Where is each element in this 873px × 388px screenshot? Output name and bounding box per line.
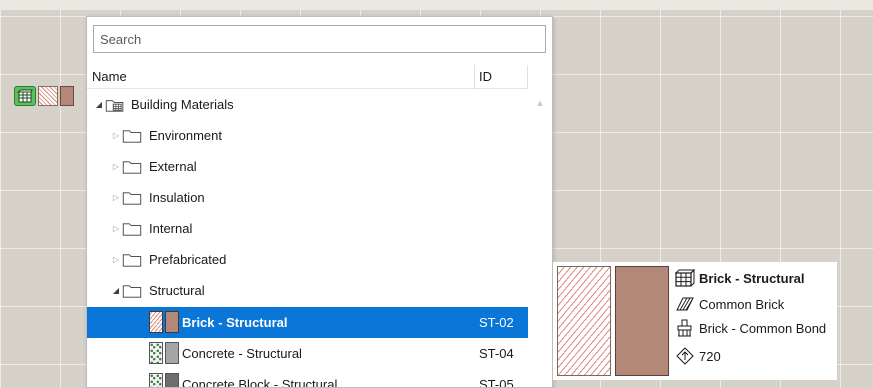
cut-fill-swatch [149,342,163,364]
surface-swatch [60,86,74,106]
building-material-picker-button[interactable] [14,86,36,106]
building-folder-icon [105,100,124,112]
scroll-up-icon[interactable]: ▲ [535,99,545,108]
folder-icon [122,192,142,205]
tree-row-environment[interactable]: ▷ Environment [87,120,528,151]
tree-row-insulation[interactable]: ▷ Insulation [87,182,528,213]
preview-surface-swatch [615,266,669,376]
material-swatch [149,373,179,387]
material-id: ST-05 [479,377,514,388]
surface-swatch [165,373,179,387]
priority-icon [676,347,694,365]
canvas-top-strip [0,0,873,10]
material-name: Concrete - Structural [182,346,302,361]
material-row-concrete-structural[interactable]: Concrete - Structural ST-04 [87,338,528,369]
column-header-name[interactable]: Name [92,69,127,84]
building-material-icon [675,269,695,287]
building-material-control[interactable] [14,86,74,106]
preview-cut-fill-swatch [557,266,611,376]
search-box[interactable] [93,25,546,53]
material-row-concrete-block-structural[interactable]: Concrete Block - Structural ST-05 [87,369,528,388]
surface-swatch [165,342,179,364]
surface-paint-icon [677,319,692,337]
tree-row-label: Environment [149,128,222,143]
preview-priority-line: 720 [675,346,721,366]
material-row-brick-structural[interactable]: Brick - Structural ST-02 [87,307,528,338]
tree-row-label: External [149,159,197,174]
folder-icon [122,254,142,267]
column-divider[interactable] [474,65,475,89]
expand-toggle-icon[interactable]: ▷ [111,224,121,234]
surface-swatch [165,311,179,333]
folder-icon [122,285,142,298]
tree-row-external[interactable]: ▷ External [87,151,528,182]
preview-title-line: Brick - Structural [675,268,804,288]
folder-icon [122,223,142,236]
column-header: Name ID [87,65,528,89]
material-swatch [149,342,179,364]
cut-fill-swatch [149,311,163,333]
tree-row-label: Internal [149,221,193,236]
expand-toggle-icon[interactable]: ▷ [111,255,121,265]
material-name: Brick - Structural [182,315,288,330]
expand-toggle-icon[interactable]: ▷ [111,162,121,172]
fill-pattern-icon [676,297,694,311]
tree-row-internal[interactable]: ▷ Internal [87,213,528,244]
preview-title: Brick - Structural [699,270,805,286]
tree-row-structural[interactable]: ◢ Structural [87,275,528,306]
cut-fill-swatch [38,86,58,106]
tree-row-label: Insulation [149,190,205,205]
material-name: Concrete Block - Structural [182,377,338,388]
preview-fill-name: Common Brick [699,296,785,312]
tree-row-label: Prefabricated [149,252,227,267]
preview-surface-line: Brick - Common Bond [675,318,826,338]
cut-fill-swatch [149,373,163,387]
material-id: ST-04 [479,346,514,361]
search-input[interactable] [94,26,545,52]
building-material-icon [17,89,33,103]
material-preview-card: Brick - Structural Common Brick Brick - … [553,262,837,380]
preview-fill-line: Common Brick [675,294,784,314]
material-id: ST-02 [479,315,514,330]
tree-row-label: Building Materials [131,97,234,112]
building-materials-dropdown: Name ID ▲ ◢ Building Materials ▷ Environ… [86,16,553,388]
expand-toggle-icon[interactable]: ▷ [111,131,121,141]
tree-row-label: Structural [149,283,205,298]
preview-surface-name: Brick - Common Bond [699,320,827,336]
expand-toggle-icon[interactable]: ◢ [94,100,104,110]
folder-icon [122,130,142,143]
column-divider[interactable] [527,65,528,89]
expand-toggle-icon[interactable]: ▷ [111,193,121,203]
preview-priority-value: 720 [699,348,721,364]
tree-row-building-materials[interactable]: ◢ Building Materials [87,89,528,120]
material-swatch [149,311,179,333]
expand-toggle-icon[interactable]: ◢ [111,286,121,296]
folder-icon [122,161,142,174]
tree-row-prefabricated[interactable]: ▷ Prefabricated [87,244,528,275]
scrollbar[interactable]: ▲ [528,89,552,387]
column-header-id[interactable]: ID [479,69,492,84]
